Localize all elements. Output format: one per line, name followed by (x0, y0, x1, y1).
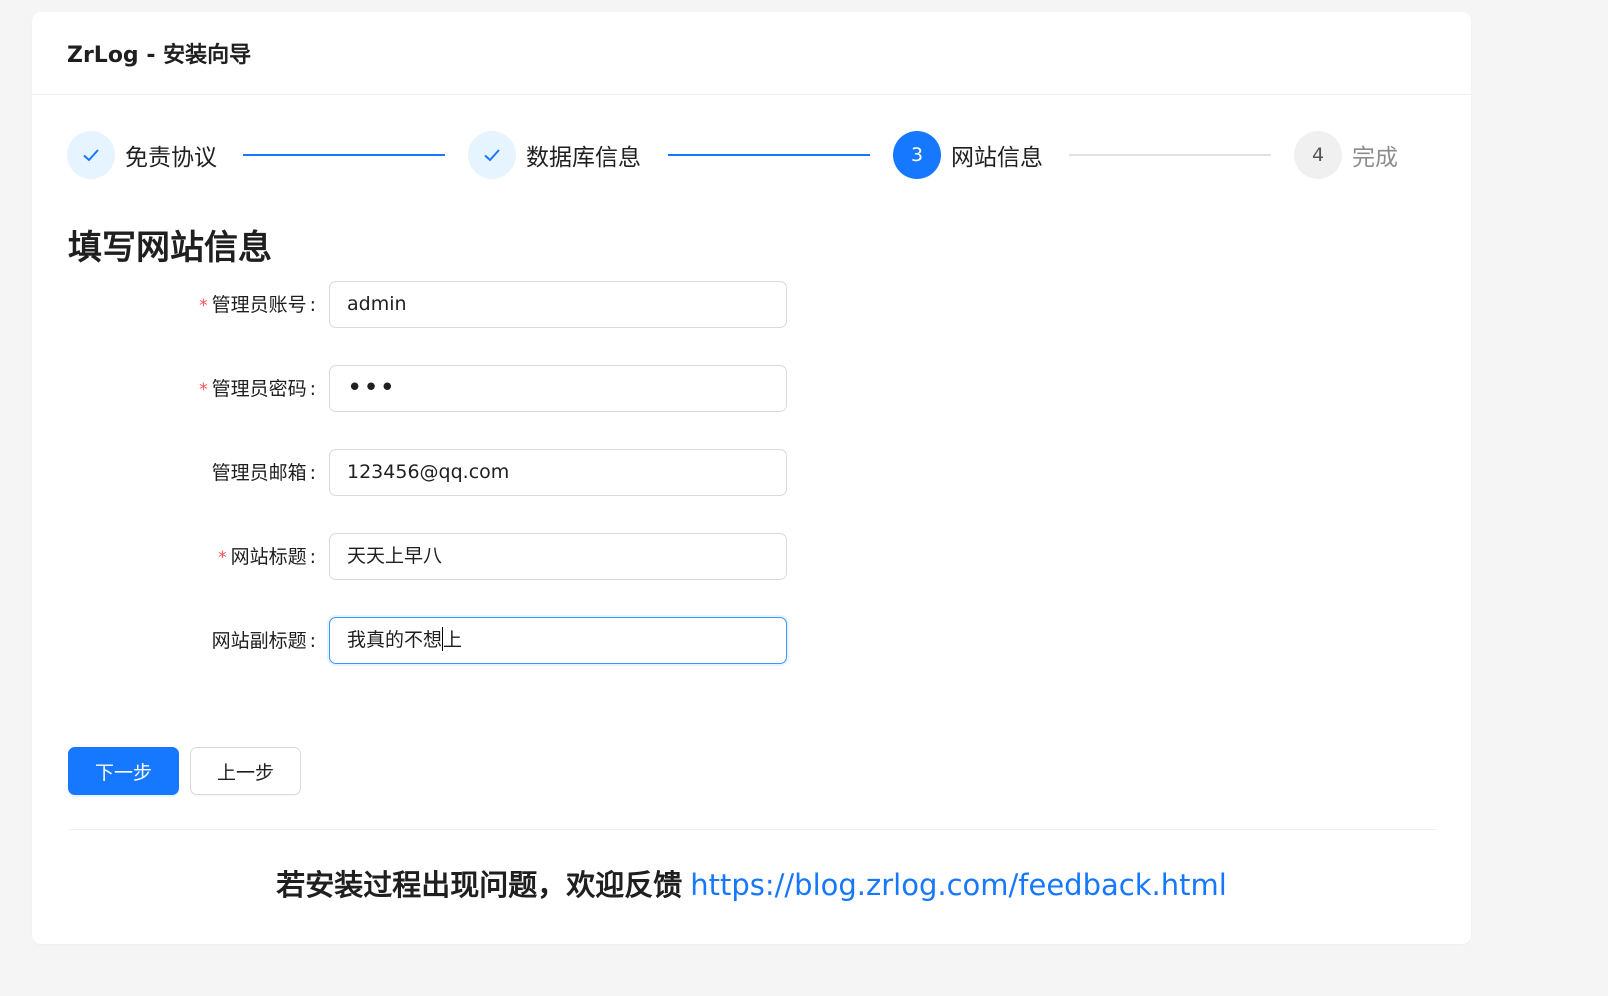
form-title: 填写网站信息 (68, 228, 272, 268)
step-label: 数据库信息 (526, 145, 641, 171)
step-number: 4 (1294, 131, 1342, 179)
feedback-footer: 若安装过程出现问题，欢迎反馈 https://blog.zrlog.com/fee… (32, 862, 1471, 904)
field-label: * 网站标题: (218, 546, 316, 568)
required-mark: * (218, 548, 227, 568)
step-connector (243, 154, 445, 156)
required-mark: * (199, 380, 208, 400)
admin-email-input[interactable]: 123456@qq.com (329, 449, 787, 496)
step-website-info: 3 网站信息 (893, 131, 1043, 179)
step-agreement: 免责协议 (67, 131, 217, 179)
site-title-input[interactable]: 天天上早八 (329, 533, 787, 580)
divider (68, 829, 1437, 830)
step-connector (668, 154, 870, 156)
form-row-site-subtitle: 网站副标题: 我真的不想上 (68, 617, 788, 665)
prev-step-button[interactable]: 上一步 (190, 747, 301, 795)
install-wizard-card: ZrLog - 安装向导 免责协议 数据库信息 3 网站信息 4 完成 填写网站… (32, 12, 1471, 944)
feedback-text: 若安装过程出现问题，欢迎反馈 (276, 868, 683, 902)
check-icon (67, 131, 115, 179)
check-icon (468, 131, 516, 179)
step-complete: 4 完成 (1294, 131, 1398, 179)
page-title: ZrLog - 安装向导 (67, 43, 252, 68)
step-label: 完成 (1352, 145, 1398, 171)
field-label: * 管理员密码: (199, 378, 316, 400)
step-connector (1069, 154, 1271, 156)
step-database-info: 数据库信息 (468, 131, 641, 179)
card-header: ZrLog - 安装向导 (32, 12, 1471, 95)
step-label: 免责协议 (125, 145, 217, 171)
admin-account-input[interactable]: admin (329, 281, 787, 328)
feedback-link[interactable]: https://blog.zrlog.com/feedback.html (690, 868, 1227, 902)
form-row-admin-account: * 管理员账号: admin (68, 281, 788, 329)
field-label: 网站副标题: (211, 630, 316, 652)
field-label: * 管理员账号: (199, 294, 316, 316)
form-row-admin-password: * 管理员密码: ••• (68, 365, 788, 413)
admin-password-input[interactable]: ••• (329, 365, 787, 412)
form-row-site-title: * 网站标题: 天天上早八 (68, 533, 788, 581)
step-number: 3 (893, 131, 941, 179)
step-label: 网站信息 (951, 145, 1043, 171)
steps-progress: 免责协议 数据库信息 3 网站信息 4 完成 (67, 131, 1436, 179)
field-label: 管理员邮箱: (211, 462, 316, 484)
site-subtitle-input[interactable]: 我真的不想上 (329, 617, 787, 664)
form-row-admin-email: 管理员邮箱: 123456@qq.com (68, 449, 788, 497)
next-step-button[interactable]: 下一步 (68, 747, 179, 795)
required-mark: * (199, 296, 208, 316)
